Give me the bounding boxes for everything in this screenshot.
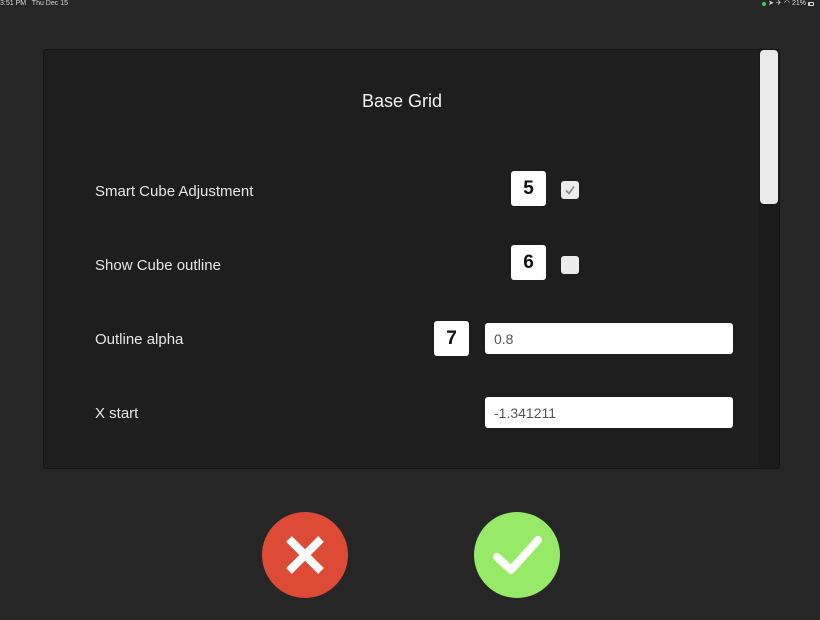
battery-percent: 21% bbox=[791, 0, 806, 7]
status-bar: 3:51 PM Thu Dec 15 ➤ ✈ ◠ 21% bbox=[0, 0, 820, 10]
outline-alpha-input[interactable] bbox=[485, 323, 733, 354]
location-arrow-icon: ➤ bbox=[768, 0, 774, 7]
row-number-badge: 5 bbox=[511, 171, 546, 206]
cancel-button[interactable] bbox=[262, 512, 348, 598]
checkmark-icon bbox=[493, 536, 542, 574]
row-number-badge: 6 bbox=[511, 245, 546, 280]
location-indicator-icon bbox=[762, 2, 767, 6]
confirm-button[interactable] bbox=[474, 512, 560, 598]
battery-icon bbox=[808, 2, 814, 6]
x-start-label: X start bbox=[95, 405, 139, 422]
checkmark-icon bbox=[565, 186, 575, 195]
status-time: 3:51 PM bbox=[0, 0, 27, 7]
panel-title: Base Grid bbox=[361, 91, 443, 111]
show-cube-outline-label: Show Cube outline bbox=[95, 257, 221, 274]
settings-panel: Base Grid Smart Cube Adjustment 5 Show C… bbox=[43, 49, 780, 469]
x-start-input[interactable] bbox=[485, 397, 733, 428]
airplane-icon: ✈ bbox=[776, 0, 782, 7]
battery-level bbox=[809, 3, 810, 5]
scrollbar-thumb[interactable] bbox=[760, 50, 778, 204]
show-cube-outline-checkbox[interactable] bbox=[561, 256, 579, 274]
status-date: Thu Dec 15 bbox=[31, 0, 68, 7]
row-number-badge: 7 bbox=[434, 321, 469, 356]
x-icon bbox=[286, 536, 324, 574]
outline-alpha-label: Outline alpha bbox=[95, 331, 184, 348]
smart-cube-adjustment-checkbox[interactable] bbox=[561, 181, 579, 199]
wifi-icon: ◠ bbox=[783, 0, 790, 7]
smart-cube-adjustment-label: Smart Cube Adjustment bbox=[95, 183, 254, 200]
